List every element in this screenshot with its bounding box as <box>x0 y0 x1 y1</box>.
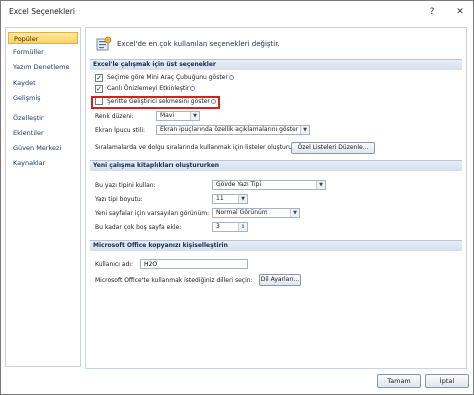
font-size-select[interactable]: 11 ▼ <box>212 194 248 204</box>
default-view-value: Normal Görünüm <box>216 209 268 216</box>
color-scheme-select[interactable]: Mavi ▼ <box>156 111 200 121</box>
font-size-value: 11 <box>216 195 224 202</box>
sidebar: Popüler Formüller Yazım Denetleme Kaydet… <box>5 27 81 367</box>
mini-toolbar-label-wrap: Seçime göre Mini Araç Çubuğunu göster <box>107 74 234 81</box>
content-panel: Excel'de en çok kullanılan seçenekleri d… <box>85 27 467 369</box>
cancel-button[interactable]: İptal <box>425 374 469 388</box>
chevron-down-icon: ▼ <box>238 195 247 203</box>
banner-text: Excel'de en çok kullanılan seçenekleri d… <box>117 40 280 48</box>
highlight-box <box>91 96 220 109</box>
tooltip-style-label: Ekran İpucu stili: <box>95 127 146 134</box>
sidebar-item-yazim-denetleme[interactable]: Yazım Denetleme <box>8 61 78 73</box>
spinner-arrows-icon[interactable]: ⇕ <box>238 223 247 231</box>
edit-custom-lists-button[interactable]: Özel Listeleri Düzenle... <box>291 142 375 154</box>
color-scheme-label: Renk düzeni: <box>95 113 134 120</box>
default-view-label: Yeni sayfalar için varsayılan görünüm: <box>95 210 210 217</box>
color-scheme-value: Mavi <box>160 112 175 119</box>
username-label: Kullanıcı adı: <box>95 261 133 268</box>
sidebar-item-guven-merkezi[interactable]: Güven Merkezi <box>8 142 78 154</box>
language-settings-button[interactable]: Dil Ayarları... <box>259 274 301 286</box>
chevron-down-icon: ▼ <box>316 181 325 189</box>
custom-lists-label: Sıralamalarda ve dolgu sıralarında kulla… <box>95 144 298 151</box>
sidebar-item-kaydet[interactable]: Kaydet <box>8 77 78 89</box>
font-size-label: Yazı tipi boyutu: <box>95 196 143 203</box>
sidebar-item-ozellestir[interactable]: Özelleştir <box>8 112 78 124</box>
section-new-workbook: Yeni çalışma kitaplıkları oluştururken <box>90 160 462 171</box>
section-personalize: Microsoft Office kopyanızı kişiselleştir… <box>90 240 462 251</box>
sidebar-item-gelismis[interactable]: Gelişmiş <box>8 92 78 104</box>
options-icon <box>96 36 112 51</box>
options-dialog: Excel Seçenekleri ? ✕ Popüler Formüller … <box>0 0 474 395</box>
sidebar-item-eklentiler[interactable]: Eklentiler <box>8 127 78 139</box>
sheet-count-stepper[interactable]: 3 ⇕ <box>212 222 248 232</box>
live-preview-checkbox[interactable]: ✓ <box>95 85 103 93</box>
ok-button[interactable]: Tamam <box>377 374 421 388</box>
chevron-down-icon: ▼ <box>190 112 199 120</box>
chevron-down-icon: ▼ <box>290 209 299 217</box>
sidebar-item-formuller[interactable]: Formüller <box>8 46 78 58</box>
title-bar: Excel Seçenekleri ? ✕ <box>1 1 473 23</box>
info-icon <box>190 86 196 91</box>
close-button[interactable]: ✕ <box>453 5 467 19</box>
sheet-count-value: 3 <box>216 223 220 230</box>
live-preview-label: Canlı Önizlemeyi Etkinleştir <box>107 85 190 92</box>
font-value: Gövde Yazı Tipi <box>216 181 262 188</box>
sheet-count-label: Bu kadar çok boş sayfa ekle: <box>95 224 182 231</box>
tooltip-style-value: Ekran ipuçlarında özellik açıklamalarını… <box>160 126 299 133</box>
mini-toolbar-checkbox[interactable]: ✓ <box>95 74 103 82</box>
info-icon <box>228 75 234 80</box>
tooltip-style-select[interactable]: Ekran ipuçlarında özellik açıklamalarını… <box>156 125 310 135</box>
help-button[interactable]: ? <box>425 5 439 19</box>
chevron-down-icon: ▼ <box>300 126 309 134</box>
mini-toolbar-label: Seçime göre Mini Araç Çubuğunu göster <box>107 74 228 81</box>
username-input[interactable] <box>140 259 248 269</box>
sidebar-item-kaynaklar[interactable]: Kaynaklar <box>8 157 78 169</box>
default-view-select[interactable]: Normal Görünüm ▼ <box>212 208 300 218</box>
window-title: Excel Seçenekleri <box>9 7 75 16</box>
font-select[interactable]: Gövde Yazı Tipi ▼ <box>212 180 326 190</box>
section-top-options: Excel'le çalışmak için üst seçenekler <box>90 59 462 70</box>
language-label: Microsoft Office'te kullanmak istediğini… <box>95 277 253 284</box>
font-label: Bu yazı tipini kullan: <box>95 182 156 189</box>
sidebar-item-populer[interactable]: Popüler <box>8 32 78 44</box>
live-preview-label-wrap: Canlı Önizlemeyi Etkinleştir <box>107 85 196 92</box>
